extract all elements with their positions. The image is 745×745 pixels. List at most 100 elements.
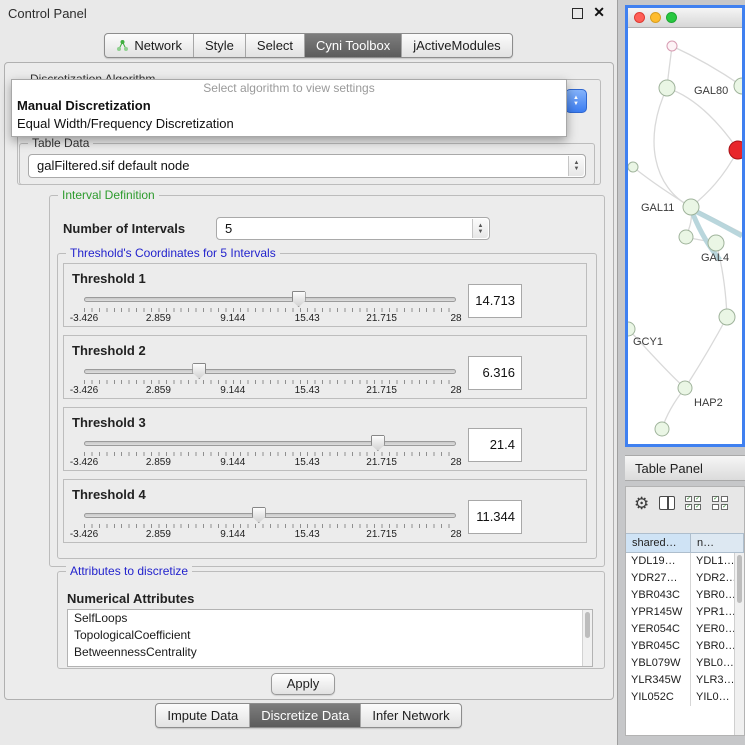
number-of-intervals-spinner[interactable]: 5 ▲ ▼: [216, 217, 490, 240]
table-scrollbar[interactable]: [734, 553, 744, 735]
network-node-hap2[interactable]: [678, 381, 692, 395]
tab-infer-network[interactable]: Infer Network: [361, 704, 460, 727]
table-row[interactable]: YBR045CYBR0…: [626, 638, 734, 655]
table-row[interactable]: YDL19…YDL1…: [626, 553, 734, 570]
tab-discretize-data[interactable]: Discretize Data: [250, 704, 361, 727]
cell[interactable]: YPR145W: [626, 604, 691, 621]
network-window-titlebar[interactable]: [628, 8, 742, 28]
slider-thumb[interactable]: [192, 363, 206, 379]
algorithm-dropdown-popup: Select algorithm to view settings Manual…: [11, 79, 567, 137]
table-row[interactable]: YBR043CYBR0…: [626, 587, 734, 604]
list-item[interactable]: BetweennessCentrality: [68, 644, 592, 661]
threshold-value-field[interactable]: 6.316: [468, 356, 522, 390]
network-node-gal80[interactable]: [659, 80, 675, 96]
combo-stepper-icon[interactable]: ▲ ▼: [568, 156, 584, 176]
cell[interactable]: YBR0…: [691, 638, 734, 655]
cell[interactable]: YBR045C: [626, 638, 691, 655]
table-row[interactable]: YIL052CYIL0…: [626, 689, 734, 706]
spinner-stepper-icon[interactable]: ▲ ▼: [472, 219, 488, 238]
zoom-traffic-light-icon[interactable]: [666, 12, 677, 23]
cell[interactable]: YBR0…: [691, 587, 734, 604]
list-scrollbar[interactable]: [582, 610, 592, 666]
list-item[interactable]: TopologicalCoefficient: [68, 627, 592, 644]
columns-icon[interactable]: [659, 496, 675, 510]
apply-button[interactable]: Apply: [271, 673, 335, 695]
close-traffic-light-icon[interactable]: [634, 12, 645, 23]
network-node-selected-red[interactable]: [729, 141, 742, 159]
table-panel-header[interactable]: Table Panel: [625, 455, 745, 481]
cell[interactable]: YIL0…: [691, 689, 734, 706]
select-all-columns-icon[interactable]: ✓✓ ✓✓: [685, 496, 702, 511]
cell[interactable]: YER054C: [626, 621, 691, 638]
slider-track[interactable]: [84, 513, 456, 518]
scale-label: -3.426: [70, 529, 98, 540]
cell[interactable]: YBL079W: [626, 655, 691, 672]
minimize-traffic-light-icon[interactable]: [650, 12, 661, 23]
deselect-columns-icon[interactable]: ✓ ✓: [712, 496, 729, 511]
threshold-3-slider[interactable]: -3.426 2.859 9.144 15.43 21.715 28: [84, 435, 456, 469]
popup-option-manual-discretization[interactable]: Manual Discretization: [12, 97, 566, 115]
scrollbar-thumb[interactable]: [737, 555, 742, 603]
cell[interactable]: YDL19…: [626, 553, 691, 570]
network-node[interactable]: [734, 78, 742, 94]
tab-impute-data[interactable]: Impute Data: [156, 704, 250, 727]
threshold-2-slider[interactable]: -3.426 2.859 9.144 15.43 21.715 28: [84, 363, 456, 397]
tab-network[interactable]: Network: [105, 34, 194, 57]
algorithm-combo-stepper[interactable]: ▲ ▼: [565, 89, 587, 113]
cell[interactable]: YDL1…: [691, 553, 734, 570]
scrollbar-thumb[interactable]: [585, 612, 590, 638]
gear-icon[interactable]: ⚙: [634, 495, 649, 512]
table-row[interactable]: YPR145WYPR1…: [626, 604, 734, 621]
slider-thumb[interactable]: [252, 507, 266, 523]
cell[interactable]: YLR3…: [691, 672, 734, 689]
cell[interactable]: YLR345W: [626, 672, 691, 689]
network-node[interactable]: [655, 422, 669, 436]
cell[interactable]: YIL052C: [626, 689, 691, 706]
table-row[interactable]: YER054CYER0…: [626, 621, 734, 638]
close-icon[interactable]: ✕: [593, 4, 605, 21]
tab-jactivemodules[interactable]: jActiveModules: [402, 34, 511, 57]
scale-label: 2.859: [146, 457, 171, 468]
threshold-value-field[interactable]: 21.4: [468, 428, 522, 462]
table-data-combobox[interactable]: galFiltered.sif default node ▲ ▼: [28, 154, 586, 178]
node-label: GAL4: [701, 252, 729, 264]
slider-track[interactable]: [84, 369, 456, 374]
float-window-icon[interactable]: [572, 8, 583, 19]
network-node[interactable]: [679, 230, 693, 244]
network-node[interactable]: [719, 309, 735, 325]
titlebar[interactable]: Control Panel ✕: [0, 0, 617, 26]
network-view-window[interactable]: GAL80 GAL11 GAL4 GCY1 HAP2: [625, 5, 745, 447]
cell[interactable]: YDR2…: [691, 570, 734, 587]
stepper-down-icon: ▼: [574, 166, 580, 172]
slider-track[interactable]: [84, 297, 456, 302]
slider-thumb[interactable]: [371, 435, 385, 451]
list-item[interactable]: SelfLoops: [68, 610, 592, 627]
numerical-attributes-list[interactable]: SelfLoops TopologicalCoefficient Between…: [67, 609, 593, 667]
network-node-gcy1[interactable]: [628, 322, 635, 336]
slider-thumb[interactable]: [292, 291, 306, 307]
cell[interactable]: YDR27…: [626, 570, 691, 587]
slider-track[interactable]: [84, 441, 456, 446]
network-canvas[interactable]: GAL80 GAL11 GAL4 GCY1 HAP2: [628, 28, 742, 444]
popup-option-equal-width[interactable]: Equal Width/Frequency Discretization: [12, 115, 566, 133]
table-row[interactable]: YLR345WYLR3…: [626, 672, 734, 689]
cell[interactable]: YER0…: [691, 621, 734, 638]
network-node[interactable]: [628, 162, 638, 172]
tab-style[interactable]: Style: [194, 34, 246, 57]
column-header-name[interactable]: n…: [691, 533, 744, 553]
network-node-gal4[interactable]: [708, 235, 724, 251]
cell[interactable]: YBR043C: [626, 587, 691, 604]
cell[interactable]: YBL0…: [691, 655, 734, 672]
threshold-1-slider[interactable]: -3.426 2.859 9.144 15.43 21.715 28: [84, 291, 456, 325]
threshold-value-field[interactable]: 14.713: [468, 284, 522, 318]
threshold-value-field[interactable]: 11.344: [468, 500, 522, 534]
network-node[interactable]: [667, 41, 677, 51]
tab-cyni-toolbox[interactable]: Cyni Toolbox: [305, 34, 402, 57]
threshold-4-slider[interactable]: -3.426 2.859 9.144 15.43 21.715 28: [84, 507, 456, 541]
tab-select[interactable]: Select: [246, 34, 305, 57]
table-row[interactable]: YBL079WYBL0…: [626, 655, 734, 672]
network-node-gal11[interactable]: [683, 199, 699, 215]
column-header-shared-name[interactable]: shared…: [626, 533, 691, 553]
cell[interactable]: YPR1…: [691, 604, 734, 621]
table-row[interactable]: YDR27…YDR2…: [626, 570, 734, 587]
